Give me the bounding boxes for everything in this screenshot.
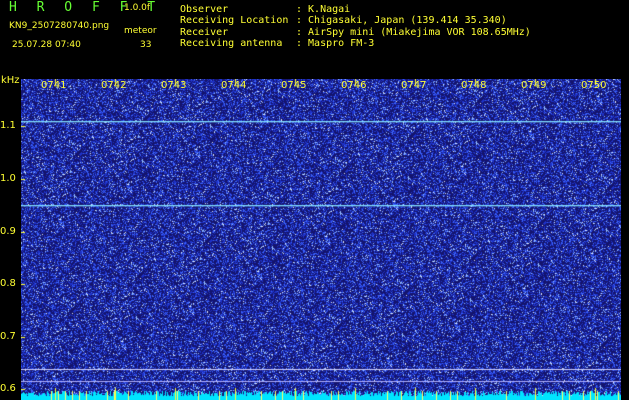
filename-label: KN9_2507280740.png	[9, 21, 110, 31]
timestamp-label: 25.07.28 07:40	[12, 40, 81, 50]
plot-right-border	[621, 79, 629, 400]
mode-label: meteor	[124, 26, 157, 36]
y-tick-label: 0.7	[0, 330, 16, 342]
location-value: : Chigasaki, Japan (139.414 35.340)	[296, 15, 507, 26]
x-tick-label: 0741	[41, 80, 67, 91]
x-tick-label: 0749	[521, 80, 547, 91]
y-tick-label: 1.1	[0, 120, 16, 132]
antenna-value: : Maspro FM-3	[296, 38, 375, 49]
x-tick-label: 0743	[161, 80, 187, 91]
y-tick-label: 0.8	[0, 278, 16, 290]
y-tick-label: 0.9	[0, 225, 16, 237]
version-label: 1.0.0f	[124, 3, 151, 13]
observer-key: Observer	[180, 4, 229, 15]
spectrogram-canvas	[21, 79, 621, 400]
count-label: 33	[140, 40, 152, 50]
receiver-key: Receiver	[180, 27, 229, 38]
antenna-key: Receiving antenna	[180, 38, 283, 49]
x-tick-label: 0742	[101, 80, 127, 91]
x-tick-label: 0747	[401, 80, 427, 91]
receiver-value: : AirSpy mini (Miakejima VOR 108.65MHz)	[296, 27, 531, 38]
header-panel: H R O F F T 1.0.0f KN9_2507280740.png me…	[0, 0, 629, 75]
spectrogram-plot	[21, 79, 621, 400]
x-tick-label: 0744	[221, 80, 247, 91]
x-tick-label: 0748	[461, 80, 487, 91]
y-axis-unit: kHz	[1, 75, 20, 86]
x-tick-label: 0745	[281, 80, 307, 91]
x-tick-label: 0746	[341, 80, 367, 91]
observer-value: : K.Nagai	[296, 4, 351, 15]
x-tick-label: 0750	[581, 80, 607, 91]
y-tick-label: 0.6	[0, 383, 16, 395]
location-key: Receiving Location	[180, 15, 289, 26]
y-tick-label: 1.0	[0, 172, 16, 184]
